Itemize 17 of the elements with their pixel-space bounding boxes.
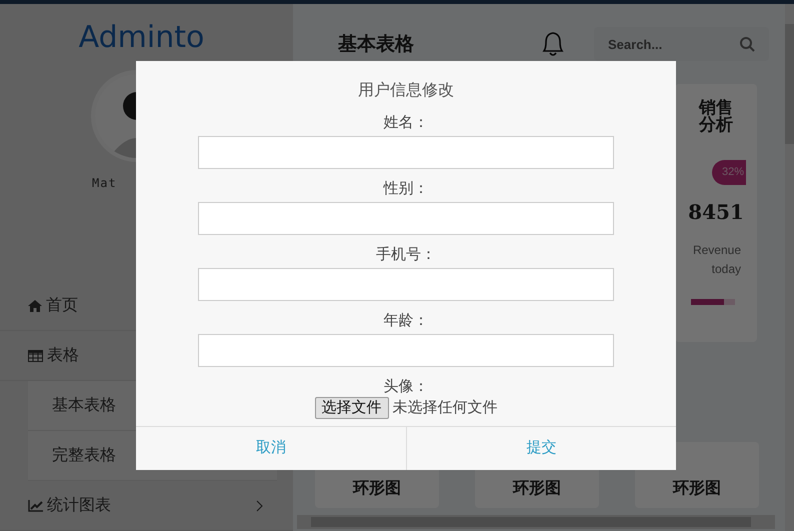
file-status: 未选择任何文件: [392, 398, 498, 418]
field-label: 手机号：: [376, 245, 436, 265]
user-name: Mat: [92, 175, 117, 192]
logo: Adminto: [78, 18, 204, 56]
stat-caption: Revenue today: [692, 242, 741, 278]
field-label: 年龄：: [384, 311, 428, 331]
field-label: 头像：: [384, 377, 428, 397]
card-title: 环形图: [353, 477, 401, 498]
card-title: 销售分析: [699, 100, 733, 134]
card-title: 环形图: [673, 477, 721, 498]
page-title: 基本表格: [338, 32, 415, 57]
field-label: 姓名：: [384, 113, 428, 133]
stat-value: 8451: [688, 198, 744, 226]
dialog-title: 用户信息修改: [358, 80, 454, 101]
card-title: 环形图: [513, 477, 561, 498]
field-label: 性别：: [384, 179, 428, 199]
percent-badge: 32%: [712, 160, 746, 184]
